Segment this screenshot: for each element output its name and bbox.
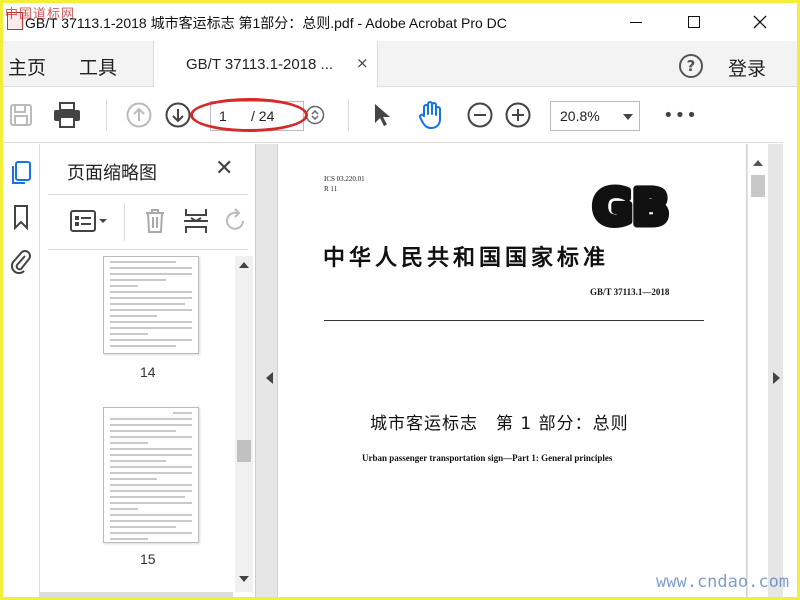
previous-page-button[interactable] (125, 101, 153, 129)
next-page-button[interactable] (164, 101, 192, 129)
arrow-up-circle-icon (126, 102, 152, 128)
acrobat-window: 中国道标网 GB/T 37113.1-2018 城市客运标志 第1部分：总则.p… (3, 3, 797, 597)
standard-number: GB/T 37113.1—2018 (590, 287, 670, 297)
thumbnails-hscrollbar[interactable] (40, 592, 233, 597)
classification-code: R 11 (324, 185, 338, 193)
zoom-out-icon (467, 102, 493, 128)
zoom-value: 20.8% (560, 108, 600, 124)
page-thumbnail[interactable] (103, 256, 199, 354)
page-stepper-icon (305, 105, 325, 125)
rotate-icon (226, 208, 244, 230)
expand-right-panel-icon[interactable] (773, 372, 780, 384)
print-button[interactable] (53, 101, 81, 129)
document-scrollbar[interactable] (748, 144, 768, 597)
ics-code: ICS 03.220.01 R 11 (324, 174, 365, 194)
close-icon (753, 15, 767, 29)
delete-page-button[interactable] (143, 208, 167, 238)
thumbnails-title: 页面缩略图 (67, 163, 157, 184)
zoom-in-icon (505, 102, 531, 128)
page-thumbnail-number: 14 (140, 364, 156, 380)
minimize-icon (630, 21, 642, 23)
bookmarks-button[interactable] (9, 204, 33, 231)
toolbar-separator (106, 99, 107, 131)
document-tab-label: GB/T 37113.1-2018 ... (186, 56, 334, 73)
minimize-button[interactable] (613, 3, 659, 41)
page-thumbnails-button[interactable] (9, 160, 33, 186)
navigation-rail (3, 144, 40, 597)
save-button[interactable] (7, 101, 35, 129)
gb-logo-text-fill: GB (593, 180, 669, 232)
thumbnails-scrollbar[interactable] (235, 256, 253, 592)
save-icon (10, 104, 32, 126)
scrollbar-thumb[interactable] (237, 440, 251, 462)
chevron-down-icon (623, 114, 633, 120)
tab-close-button[interactable]: × (356, 54, 369, 72)
cursor-arrow-icon (375, 104, 390, 126)
page-thumbnails-icon (12, 161, 31, 184)
watermark-bottom: www.cndao.com (656, 572, 790, 592)
maximize-button[interactable] (671, 3, 717, 41)
rotate-page-button[interactable] (223, 207, 247, 237)
extract-page-button[interactable] (183, 207, 209, 239)
login-button[interactable]: 登录 (728, 54, 766, 81)
more-tools-button[interactable]: ••• (663, 105, 698, 126)
zoom-in-button[interactable] (504, 101, 532, 129)
scroll-up-icon[interactable] (753, 160, 763, 166)
thumbnails-list: 14 15 (40, 256, 233, 592)
pdf-page: ICS 03.220.01 R 11 GB GB 中华人民共和国国家标准 GB/… (277, 144, 747, 597)
page-thumbnail-number: 15 (140, 551, 156, 567)
page-thumbnail[interactable] (103, 407, 199, 543)
toolbar: 1 / 24 20.8% ••• (3, 87, 783, 143)
arrow-down-circle-icon (165, 102, 191, 128)
extract-pages-icon (184, 209, 208, 233)
options-menu-button[interactable] (70, 209, 108, 237)
scroll-down-icon[interactable] (239, 576, 249, 582)
total-pages-label: / 24 (251, 108, 275, 124)
current-page-input[interactable]: 1 (219, 108, 227, 124)
english-title: Urban passenger transportation sign—Part… (362, 453, 613, 463)
trash-icon (146, 209, 164, 233)
select-tool-button[interactable] (368, 101, 396, 129)
menu-tools[interactable]: 工具 (79, 53, 117, 80)
thumbnails-toolbar (48, 194, 248, 250)
ics-number: ICS 03.220.01 (324, 175, 365, 183)
zoom-dropdown[interactable]: 20.8% (550, 101, 640, 131)
zoom-out-button[interactable] (466, 101, 494, 129)
window-title: GB/T 37113.1-2018 城市客运标志 第1部分：总则.pdf - A… (25, 15, 507, 31)
close-window-button[interactable] (737, 3, 783, 41)
list-options-icon (70, 210, 107, 232)
document-tab[interactable]: GB/T 37113.1-2018 ... × (153, 41, 378, 87)
scrollbar-thumb[interactable] (751, 175, 765, 197)
toolbar-separator (348, 99, 349, 131)
page-stepper[interactable] (301, 101, 329, 129)
thumbnails-panel: 页面缩略图 ✕ 14 15 (40, 144, 256, 597)
print-icon (54, 102, 80, 128)
document-viewer: ICS 03.220.01 R 11 GB GB 中华人民共和国国家标准 GB/… (256, 144, 789, 597)
tools-separator (124, 203, 125, 241)
maximize-icon (688, 16, 700, 28)
menu-bar: 主页 工具 GB/T 37113.1-2018 ... × ? 登录 (3, 41, 797, 87)
gb-logo: GB GB (590, 180, 673, 232)
hand-tool-button[interactable] (417, 101, 445, 129)
page-number-field[interactable]: 1 / 24 (210, 101, 304, 131)
paperclip-icon (10, 250, 31, 275)
title-bar: 中国道标网 GB/T 37113.1-2018 城市客运标志 第1部分：总则.p… (3, 3, 797, 41)
title-rule (324, 320, 704, 321)
menu-home[interactable]: 主页 (8, 53, 46, 80)
collapse-left-panel-icon[interactable] (266, 372, 273, 384)
main-title: 中华人民共和国国家标准 (323, 245, 610, 271)
bookmark-icon (14, 205, 28, 231)
scroll-up-icon[interactable] (239, 262, 249, 268)
hand-icon (419, 101, 441, 129)
chinese-title: 城市客运标志 第 1 部分：总则 (370, 414, 629, 434)
close-panel-button[interactable]: ✕ (215, 156, 233, 181)
attachments-button[interactable] (9, 248, 33, 275)
help-icon[interactable]: ? (679, 54, 703, 78)
